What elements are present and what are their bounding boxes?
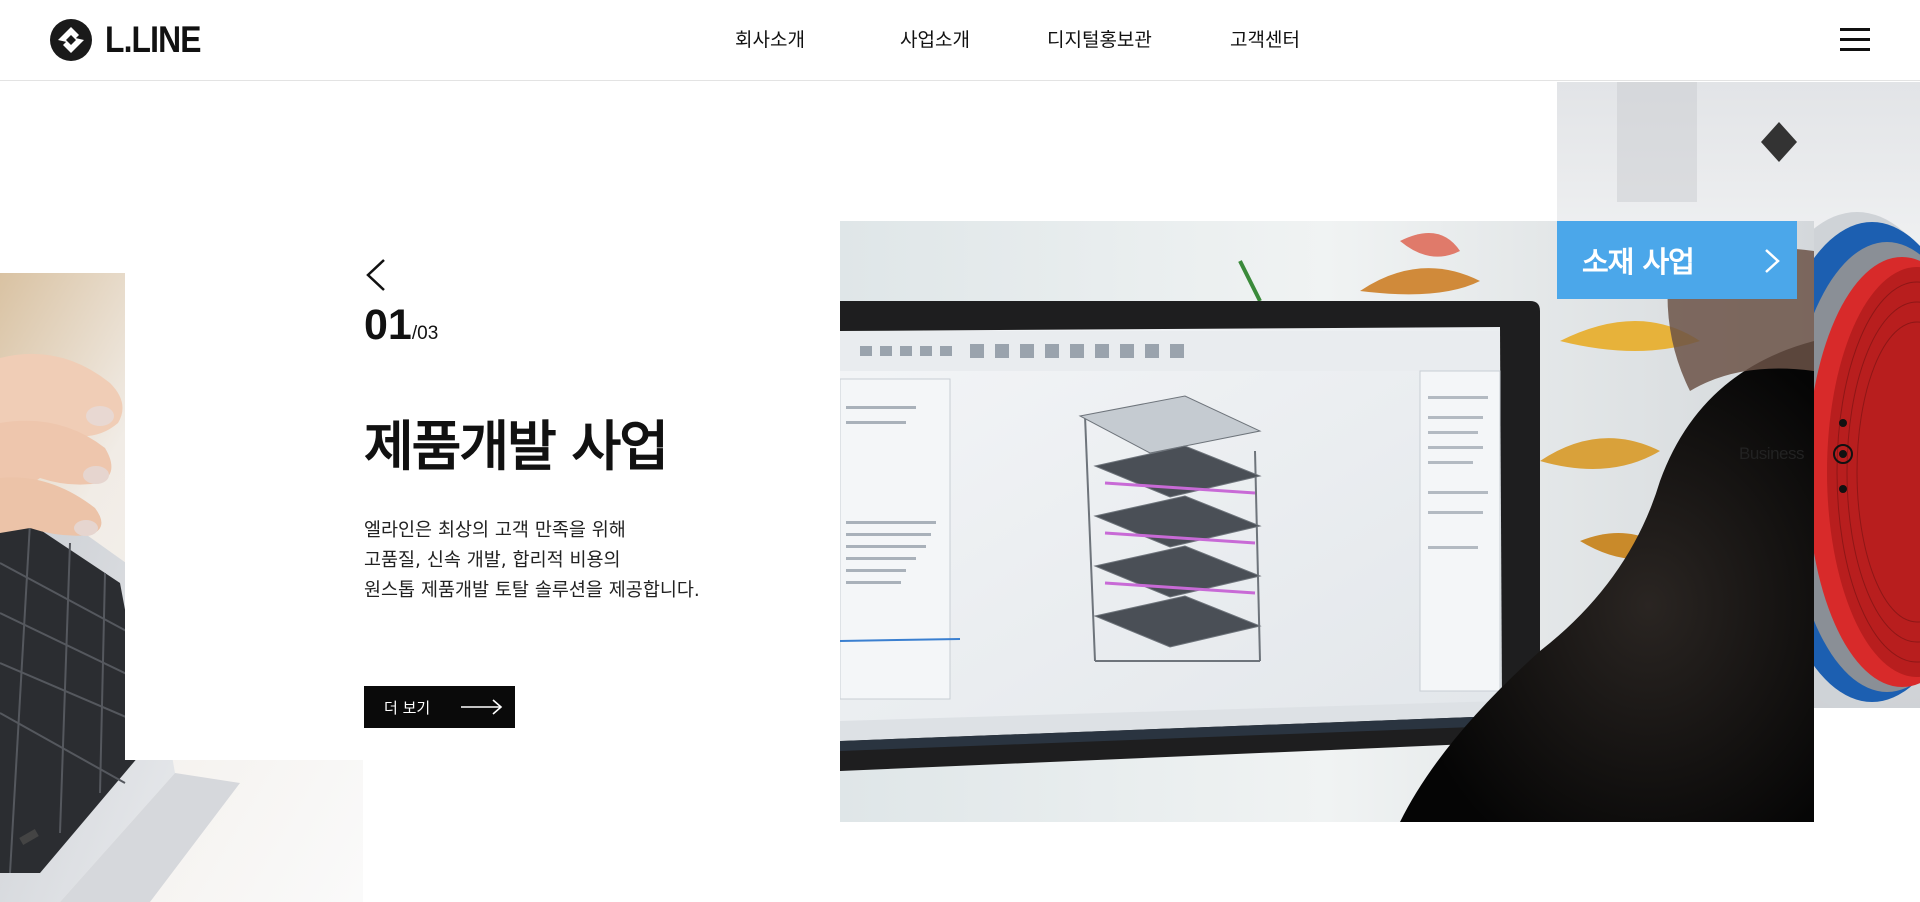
nav-item-digital-pr[interactable]: 디지털홍보관	[1047, 26, 1152, 54]
side-section-nav: Business	[1730, 408, 1853, 508]
chevron-left-icon[interactable]	[364, 258, 388, 292]
logo-text: L.LINE	[105, 19, 201, 60]
more-button[interactable]: 더 보기	[364, 686, 515, 728]
next-slide-button[interactable]: 소재 사업	[1557, 221, 1797, 299]
side-nav-dot-active[interactable]	[1833, 444, 1853, 464]
hamburger-menu-icon[interactable]	[1840, 28, 1870, 52]
slide-current-number: 01	[364, 301, 412, 349]
site-header: L.LINE 회사소개 사업소개 디지털홍보관 고객센터	[0, 0, 1920, 81]
next-slide-label: 소재 사업	[1582, 245, 1695, 279]
nav-item-company[interactable]: 회사소개	[735, 26, 805, 54]
side-nav-dot[interactable]	[1839, 485, 1847, 493]
side-nav-label: Business	[1739, 444, 1804, 463]
long-arrow-right-icon	[461, 699, 503, 715]
l-line-logo-icon	[50, 19, 92, 61]
slide-counter: 01/03	[364, 300, 438, 350]
nav-item-business[interactable]: 사업소개	[900, 26, 970, 54]
site-logo[interactable]: L.LINE	[49, 18, 216, 62]
slide-total-number: /03	[411, 323, 439, 344]
cad-monitor-photo	[840, 221, 1814, 822]
nav-item-support[interactable]: 고객센터	[1230, 26, 1300, 54]
chevron-right-icon	[1765, 249, 1780, 273]
left-white-panel	[125, 273, 363, 760]
more-button-label: 더 보기	[384, 698, 431, 717]
description-line: 원스톱 제품개발 토탈 솔루션을 제공합니다.	[364, 580, 700, 601]
description-line: 엘라인은 최상의 고객 만족을 위해	[364, 520, 626, 541]
slide-title: 제품개발 사업	[364, 415, 669, 478]
description-line: 고품질, 신속 개발, 합리적 비용의	[364, 550, 621, 571]
slide-description: 엘라인은 최상의 고객 만족을 위해 고품질, 신속 개발, 합리적 비용의 원…	[364, 516, 784, 606]
side-nav-dot[interactable]	[1839, 419, 1847, 427]
